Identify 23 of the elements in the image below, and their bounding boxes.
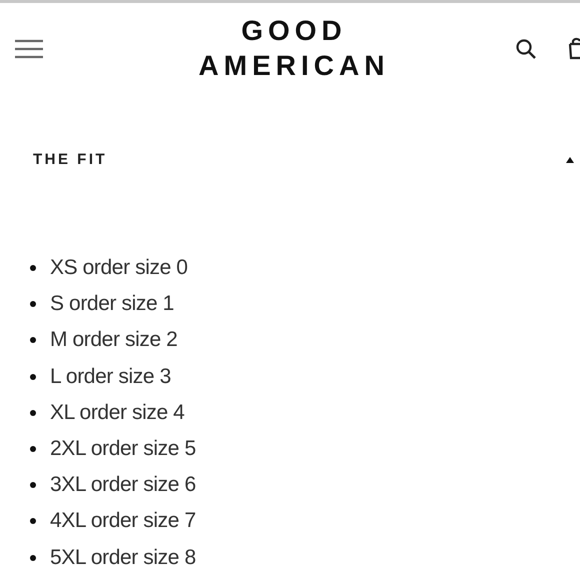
search-icon[interactable] xyxy=(515,38,537,60)
menu-icon[interactable] xyxy=(15,39,43,59)
bullet-icon xyxy=(30,446,36,452)
section-header[interactable]: THE FIT xyxy=(0,151,574,168)
list-item-text: M order size 2 xyxy=(50,328,178,352)
shopping-bag-icon[interactable] xyxy=(568,36,580,60)
list-item-text: 3XL order size 6 xyxy=(50,473,196,498)
list-item-text: XS order size 0 xyxy=(50,256,188,280)
bullet-icon xyxy=(30,265,36,272)
bullet-icon xyxy=(30,554,36,561)
bullet-icon xyxy=(30,337,36,344)
list-item-text: L order size 3 xyxy=(50,364,171,389)
list-item-text: S order size 1 xyxy=(50,292,174,316)
bullet-icon xyxy=(30,301,36,308)
list-item-text: XL order size 4 xyxy=(50,400,184,425)
list-item-text: 2XL order size 5 xyxy=(50,437,196,462)
bullet-icon xyxy=(30,374,36,380)
logo[interactable]: GOOD AMERICAN xyxy=(43,13,515,83)
list-item-text: 5XL order size 8 xyxy=(50,546,196,570)
bullet-icon xyxy=(30,410,36,416)
bullet-icon xyxy=(30,518,36,524)
list-item-text: 4XL order size 7 xyxy=(50,509,196,534)
bullet-icon xyxy=(30,482,36,488)
